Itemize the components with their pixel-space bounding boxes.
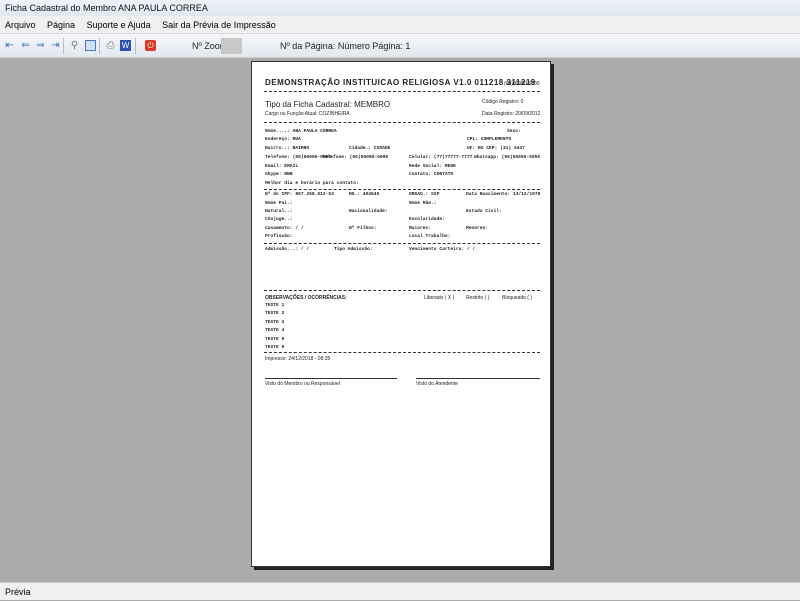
field-value: Admissão...: / / xyxy=(265,247,310,252)
field-value: Sexo: xyxy=(507,129,521,134)
observacoes-label: OBSERVAÇÕES / OCORRÊNCIAS: xyxy=(265,295,347,301)
field-value: Local Trabalho: xyxy=(409,234,451,239)
data-registro: Data Registro: 20/09/2012 xyxy=(482,111,541,117)
status-liberado: Liberado ( X ) xyxy=(424,295,455,301)
menu-arquivo[interactable]: Arquivo xyxy=(5,20,36,30)
field-value: Tipo Admissão: xyxy=(334,247,373,252)
observation-line: TESTE 5 xyxy=(265,336,285,342)
field-value: Cidade.: CIDADE xyxy=(349,146,391,151)
menu-sair[interactable]: Sair da Prévia de Impressão xyxy=(162,20,276,30)
observation-line: TESTE 3 xyxy=(265,319,285,325)
prev-page-icon[interactable]: ⇐ xyxy=(20,40,31,51)
zoom-icon[interactable]: ⚲ xyxy=(69,40,80,51)
next-page-icon[interactable]: ⇒ xyxy=(35,40,46,51)
field-value: Nacionalidade: xyxy=(349,209,388,214)
menu-bar: Arquivo Página Suporte e Ajuda Sair da P… xyxy=(0,16,800,34)
tipo-ficha: Tipo da Ficha Cadastral: MEMBRO xyxy=(265,100,391,109)
page-number-label: Nº da Página: Número Página: 1 xyxy=(280,41,411,51)
field-value: Cônjuge..: xyxy=(265,217,293,222)
observation-line: TESTE 2 xyxy=(265,311,285,317)
sign-attendant: Visto do Atendente xyxy=(416,381,458,387)
report-page: DEMONSTRAÇÃO INSTITUICAO RELIGIOSA V1.0 … xyxy=(251,61,551,567)
menu-suporte[interactable]: Suporte e Ajuda xyxy=(87,20,151,30)
field-value: Estado Civil: xyxy=(466,209,502,214)
field-value: Nº Filhos: xyxy=(349,226,377,231)
impresso: Impresso: 24/12/2018 - 08:35 xyxy=(265,356,331,362)
field-value: Menores: xyxy=(466,226,489,231)
field-value: Casamento: / / xyxy=(265,226,304,231)
field-value: ORGAO.: SSP xyxy=(409,192,440,197)
field-value: Vencimento Carteira: / / xyxy=(409,247,476,252)
zoom-input[interactable] xyxy=(221,38,242,54)
field-value: Bairro..: BAIRRO xyxy=(265,146,310,151)
observation-line: TESTE 1 xyxy=(265,303,285,308)
observation-line: TESTE 6 xyxy=(265,345,285,350)
status-bloqueado: Bloqueado ( ) xyxy=(502,295,533,301)
field-value: Rede Social: REDE xyxy=(409,164,456,169)
menu-pagina[interactable]: Página xyxy=(47,20,75,30)
toolbar: ⇤ ⇐ ⇒ ⇥ ⚲ ⎙ W ⏻ Nº Zoom Nº da Página: Nú… xyxy=(0,34,800,58)
status-restrito: Restrito ( ) xyxy=(466,295,490,301)
field-value: RG.: 404545 xyxy=(349,192,380,197)
codigo-registro: Código Registro: 0 xyxy=(482,99,524,105)
print-icon[interactable]: ⎙ xyxy=(105,40,116,51)
field-value: UF: RS CEP: (31) 3447 xyxy=(467,146,525,151)
field-value: Contato: CONTATO xyxy=(409,172,454,177)
field-value: Email: EMAIL xyxy=(265,164,299,169)
status-bar: Prévia xyxy=(0,582,800,600)
field-value: Endereço: RUA xyxy=(265,137,301,142)
cargo: Cargo ou Função Atual: COZINHEIRA xyxy=(265,111,350,117)
field-value: Profissão: xyxy=(265,234,293,239)
field-value: Nome Mãe.: xyxy=(409,201,437,206)
field-value: Maiores: xyxy=(409,226,432,231)
first-page-icon[interactable]: ⇤ xyxy=(4,40,15,51)
last-page-icon[interactable]: ⇥ xyxy=(50,40,61,51)
field-value: Whatsapp: (55)55555-5555 xyxy=(474,155,541,160)
field-value: Escolaridade: xyxy=(409,217,445,222)
field-value: Telefone: (00)00000-0000 xyxy=(322,155,389,160)
report-title: DEMONSTRAÇÃO INSTITUICAO RELIGIOSA V1.0 … xyxy=(265,78,536,87)
sign-member: Visto do Membro ou Responsável xyxy=(265,381,340,387)
field-value: Nome....: ANA PAULA CORREA xyxy=(265,129,337,134)
close-preview-icon[interactable]: ⏻ xyxy=(145,40,156,51)
field-value: Nome Pai.: xyxy=(265,201,293,206)
field-value: CPL: COMPLEMENTO xyxy=(467,137,512,142)
observation-line: TESTE 4 xyxy=(265,328,285,334)
field-value: Data Nascimento: 13/12/1978 xyxy=(466,192,541,197)
window-title: Ficha Cadastral do Membro ANA PAULA CORR… xyxy=(0,0,800,16)
word-export-icon[interactable]: W xyxy=(120,40,131,51)
report-phone: (00)00000-0000 xyxy=(504,81,540,87)
field-value: Skype: NNN xyxy=(265,172,293,177)
field-value: Natural..: xyxy=(265,209,293,214)
page-view-icon[interactable] xyxy=(85,40,96,51)
field-value: Melhor dia e horário para contato: xyxy=(265,181,359,186)
field-value: Nº do CPF: 857.258.612-53 xyxy=(265,192,334,197)
field-value: Celular: (77)77777-7777 xyxy=(409,155,473,160)
